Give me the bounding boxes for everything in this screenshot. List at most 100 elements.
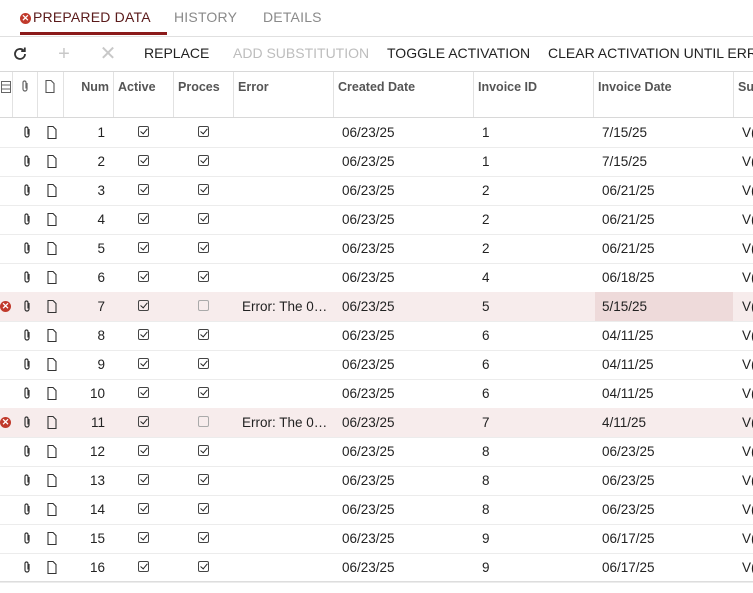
- cell-invoice-id[interactable]: 2: [482, 205, 490, 234]
- table-row[interactable]: 3 06/23/25 2 06/21/25 V(: [0, 176, 753, 206]
- cell-invoice-id[interactable]: 6: [482, 321, 490, 350]
- add-icon[interactable]: +: [52, 42, 76, 66]
- table-row[interactable]: ✕ 11 Error: The 0… 06/23/25 7 4/11/25 V(: [0, 408, 753, 438]
- cell-su[interactable]: V(: [742, 408, 753, 437]
- cell-num[interactable]: 9: [64, 350, 105, 379]
- cell-created-date[interactable]: 06/23/25: [342, 205, 395, 234]
- processed-checkbox[interactable]: [198, 416, 209, 427]
- cell-num[interactable]: 15: [64, 524, 105, 553]
- cell-num[interactable]: 12: [64, 437, 105, 466]
- cell-error[interactable]: [242, 176, 330, 205]
- cell-error[interactable]: Error: The 0…: [242, 292, 330, 321]
- row-error-icon[interactable]: ✕: [0, 301, 11, 312]
- cell-error[interactable]: [242, 350, 330, 379]
- cell-created-date[interactable]: 06/23/25: [342, 466, 395, 495]
- cell-num[interactable]: 1: [64, 118, 105, 147]
- cell-invoice-date[interactable]: 06/23/25: [602, 437, 655, 466]
- cell-error[interactable]: [242, 553, 330, 582]
- table-row[interactable]: 12 06/23/25 8 06/23/25 V(: [0, 437, 753, 467]
- refresh-icon[interactable]: [8, 42, 32, 66]
- cell-created-date[interactable]: 06/23/25: [342, 350, 395, 379]
- attachment-icon[interactable]: [22, 408, 32, 437]
- cell-su[interactable]: V(: [742, 379, 753, 408]
- cell-num[interactable]: 7: [64, 292, 105, 321]
- active-checkbox[interactable]: [138, 532, 149, 543]
- processed-checkbox[interactable]: [198, 503, 209, 514]
- cell-num[interactable]: 10: [64, 379, 105, 408]
- cell-created-date[interactable]: 06/23/25: [342, 524, 395, 553]
- active-checkbox[interactable]: [138, 416, 149, 427]
- attachment-icon[interactable]: [22, 292, 32, 321]
- cell-created-date[interactable]: 06/23/25: [342, 321, 395, 350]
- cell-su[interactable]: V(: [742, 350, 753, 379]
- cell-invoice-id[interactable]: 8: [482, 495, 490, 524]
- cell-num[interactable]: 2: [64, 147, 105, 176]
- cell-invoice-id[interactable]: 9: [482, 524, 490, 553]
- attachment-icon[interactable]: [22, 263, 32, 292]
- cell-su[interactable]: V(: [742, 118, 753, 147]
- attachment-icon[interactable]: [22, 118, 32, 147]
- processed-checkbox[interactable]: [198, 242, 209, 253]
- cell-invoice-date[interactable]: 06/21/25: [602, 234, 655, 263]
- active-checkbox[interactable]: [138, 126, 149, 137]
- tab-history[interactable]: HISTORY: [174, 0, 237, 35]
- processed-checkbox[interactable]: [198, 155, 209, 166]
- attachment-icon[interactable]: [22, 176, 32, 205]
- table-row[interactable]: 4 06/23/25 2 06/21/25 V(: [0, 205, 753, 235]
- processed-checkbox[interactable]: [198, 561, 209, 572]
- cell-invoice-id[interactable]: 9: [482, 553, 490, 582]
- tab-prepared-data[interactable]: ✕ PREPARED DATA: [20, 0, 167, 35]
- cell-error[interactable]: [242, 321, 330, 350]
- attachment-icon[interactable]: [22, 205, 32, 234]
- cell-error[interactable]: [242, 263, 330, 292]
- note-icon[interactable]: [47, 205, 57, 234]
- note-icon[interactable]: [47, 408, 57, 437]
- cell-su[interactable]: V(: [742, 263, 753, 292]
- cell-created-date[interactable]: 06/23/25: [342, 495, 395, 524]
- cell-created-date[interactable]: 06/23/25: [342, 176, 395, 205]
- note-icon[interactable]: [47, 437, 57, 466]
- cell-created-date[interactable]: 06/23/25: [342, 234, 395, 263]
- cell-invoice-date[interactable]: 04/11/25: [602, 350, 654, 379]
- cell-su[interactable]: V(: [742, 553, 753, 582]
- cell-invoice-id[interactable]: 8: [482, 437, 490, 466]
- replace-button[interactable]: REPLACE: [144, 37, 209, 71]
- table-row[interactable]: 1 06/23/25 1 7/15/25 V(: [0, 118, 753, 148]
- cell-num[interactable]: 3: [64, 176, 105, 205]
- attachment-icon[interactable]: [22, 321, 32, 350]
- cell-invoice-date[interactable]: 06/17/25: [602, 524, 655, 553]
- cell-num[interactable]: 14: [64, 495, 105, 524]
- cell-num[interactable]: 16: [64, 553, 105, 582]
- note-icon[interactable]: [47, 147, 57, 176]
- cell-su[interactable]: V(: [742, 321, 753, 350]
- note-icon[interactable]: [47, 350, 57, 379]
- active-checkbox[interactable]: [138, 503, 149, 514]
- cell-su[interactable]: V(: [742, 524, 753, 553]
- note-icon[interactable]: [47, 321, 57, 350]
- column-header-su[interactable]: Su: [734, 72, 753, 117]
- note-icon[interactable]: [47, 234, 57, 263]
- active-checkbox[interactable]: [138, 155, 149, 166]
- active-checkbox[interactable]: [138, 242, 149, 253]
- cell-num[interactable]: 11: [64, 408, 105, 437]
- processed-checkbox[interactable]: [198, 445, 209, 456]
- cell-created-date[interactable]: 06/23/25: [342, 147, 395, 176]
- cell-created-date[interactable]: 06/23/25: [342, 379, 395, 408]
- cell-invoice-id[interactable]: 2: [482, 176, 490, 205]
- cell-error[interactable]: [242, 437, 330, 466]
- cell-error[interactable]: [242, 147, 330, 176]
- cell-su[interactable]: V(: [742, 234, 753, 263]
- table-row[interactable]: 10 06/23/25 6 04/11/25 V(: [0, 379, 753, 409]
- attachment-icon[interactable]: [22, 234, 32, 263]
- cell-invoice-date[interactable]: 7/15/25: [602, 118, 647, 147]
- column-header-processed[interactable]: Proces: [174, 72, 234, 117]
- processed-checkbox[interactable]: [198, 213, 209, 224]
- cell-invoice-date[interactable]: 5/15/25: [602, 292, 647, 321]
- cell-created-date[interactable]: 06/23/25: [342, 118, 395, 147]
- attachment-icon[interactable]: [22, 553, 32, 582]
- table-row[interactable]: 15 06/23/25 9 06/17/25 V(: [0, 524, 753, 554]
- cell-error[interactable]: Error: The 0…: [242, 408, 330, 437]
- note-icon[interactable]: [47, 263, 57, 292]
- cell-invoice-date[interactable]: 7/15/25: [602, 147, 647, 176]
- processed-checkbox[interactable]: [198, 358, 209, 369]
